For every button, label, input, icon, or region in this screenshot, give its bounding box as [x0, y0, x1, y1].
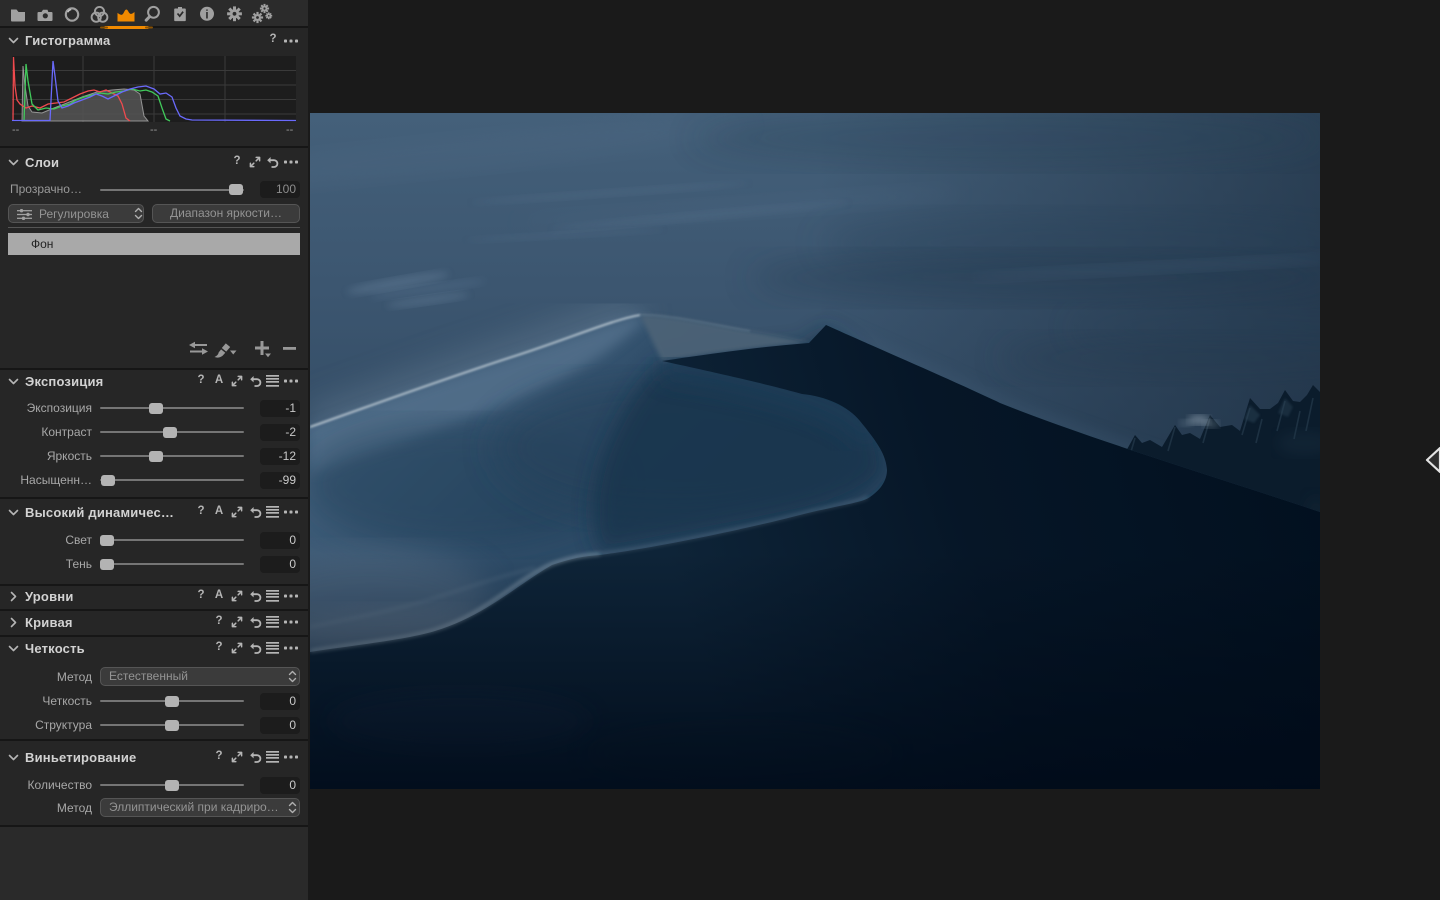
svg-text:i: i — [205, 9, 208, 21]
